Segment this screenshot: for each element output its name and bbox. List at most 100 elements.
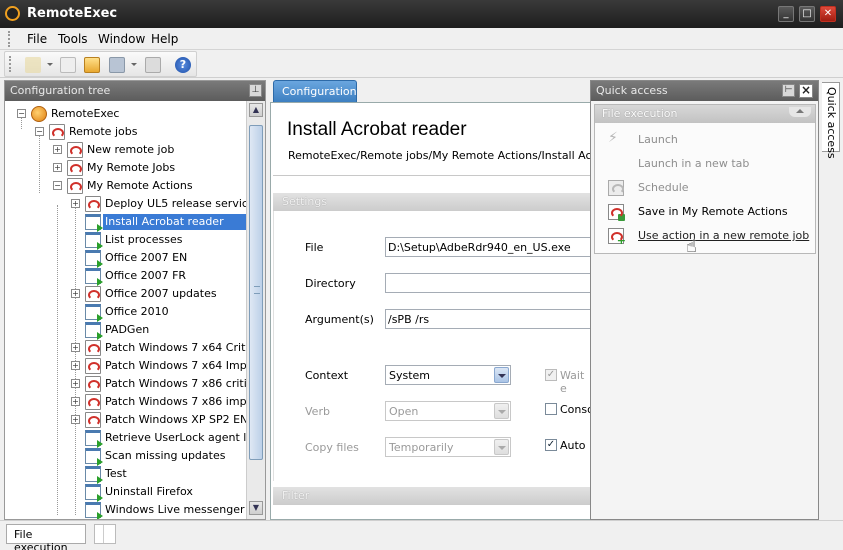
scroll-down-arrow-icon[interactable]: ▼ xyxy=(249,501,263,515)
collapse-toggle[interactable]: − xyxy=(17,109,26,118)
tree-item-office-2007-updates[interactable]: + Office 2007 updates xyxy=(5,285,246,303)
file-field[interactable]: D:\Setup\AdbeRdr940_en_US.exe xyxy=(385,237,594,257)
expand-toggle[interactable]: + xyxy=(71,397,80,406)
tree-item-patch-w7-x64-critical[interactable]: + Patch Windows 7 x64 Critic... xyxy=(5,339,246,357)
chevron-down-icon[interactable] xyxy=(494,403,509,419)
arguments-field[interactable]: /sPB /rs xyxy=(385,309,594,329)
context-select[interactable]: System xyxy=(385,365,511,385)
tree-item-my-remote-actions[interactable]: − My Remote Actions xyxy=(5,177,246,195)
auto-checkbox[interactable]: ✓ xyxy=(545,439,557,451)
expand-toggle[interactable]: + xyxy=(71,199,80,208)
maximize-button[interactable]: □ xyxy=(799,6,815,22)
expand-toggle[interactable]: + xyxy=(53,163,62,172)
menu-tools[interactable]: Tools xyxy=(58,32,88,46)
tree-item-padgen[interactable]: PADGen xyxy=(5,321,246,340)
tree-scrollbar[interactable]: ▲ ▼ xyxy=(246,101,265,519)
settings-section-header[interactable]: Settings xyxy=(273,193,593,211)
toolbar-grip[interactable] xyxy=(9,56,12,72)
collapse-chevron-icon[interactable] xyxy=(789,107,811,117)
file-execution-header[interactable]: File execution xyxy=(595,105,815,123)
tree-item-patch-w7-x86-critical[interactable]: + Patch Windows 7 x86 critic... xyxy=(5,375,246,393)
tree-item-office-2007-en[interactable]: Office 2007 EN xyxy=(5,249,246,268)
save-dropdown-arrow-icon[interactable] xyxy=(131,63,137,66)
expand-toggle[interactable]: + xyxy=(53,145,62,154)
pin-icon[interactable]: ⊢ xyxy=(782,84,795,97)
tab-file-execution[interactable]: File execution xyxy=(6,524,86,550)
tree-item-test[interactable]: Test xyxy=(5,465,246,484)
tree-item-remoteexec[interactable]: − RemoteExec xyxy=(5,105,246,123)
tree-item-office-2010[interactable]: Office 2010 xyxy=(5,303,246,322)
minimize-button[interactable]: _ xyxy=(778,6,794,22)
tree-item-uninstall-firefox[interactable]: Uninstall Firefox xyxy=(5,483,246,502)
save-in-my-remote-actions[interactable]: Save in My Remote Actions xyxy=(595,201,815,223)
collapse-toggle[interactable]: − xyxy=(35,127,44,136)
tree-item-remote-jobs[interactable]: − Remote jobs xyxy=(5,123,246,141)
remote-job-folder-icon xyxy=(67,160,83,176)
tree-item-retrieve-userlock[interactable]: Retrieve UserLock agent logs xyxy=(5,429,246,448)
chevron-down-icon[interactable] xyxy=(494,367,509,383)
close-icon[interactable]: × xyxy=(799,84,813,98)
tree-item-label: Test xyxy=(105,467,127,480)
tree-item-scan-missing-updates[interactable]: Scan missing updates xyxy=(5,447,246,466)
menu-help[interactable]: Help xyxy=(151,32,178,46)
directory-field[interactable] xyxy=(385,273,594,293)
action-icon xyxy=(85,268,103,286)
new-icon[interactable] xyxy=(25,57,41,73)
tree-item-list-processes[interactable]: List processes xyxy=(5,231,246,250)
print-icon[interactable] xyxy=(145,57,161,73)
use-action-in-new-remote-job[interactable]: Use action in a new remote job xyxy=(595,225,815,247)
status-bar: File execution xyxy=(0,520,843,550)
expand-toggle[interactable]: + xyxy=(71,379,80,388)
tree-item-install-acrobat[interactable]: Install Acrobat reader xyxy=(5,213,246,232)
action-icon xyxy=(85,466,103,484)
expand-toggle[interactable]: + xyxy=(71,361,80,370)
tree-item-patch-w7-x64-important[interactable]: + Patch Windows 7 x64 Impo... xyxy=(5,357,246,375)
expand-toggle[interactable]: + xyxy=(71,289,80,298)
expand-toggle[interactable]: + xyxy=(71,415,80,424)
filter-section-header[interactable]: Filter xyxy=(273,487,593,505)
save-icon[interactable] xyxy=(109,57,125,73)
tree-item-my-remote-jobs[interactable]: + My Remote Jobs xyxy=(5,159,246,177)
action-icon xyxy=(85,322,103,340)
remote-job-folder-icon xyxy=(85,286,101,302)
remote-job-folder-icon xyxy=(67,142,83,158)
scroll-thumb[interactable] xyxy=(249,125,263,460)
menu-grip[interactable] xyxy=(8,31,11,47)
tab-configuration[interactable]: Configuration xyxy=(273,80,357,102)
wait-checkbox[interactable]: ✓ xyxy=(545,369,557,381)
tree-item-deploy-ul5[interactable]: + Deploy UL5 release service xyxy=(5,195,246,213)
tree-item-patch-w7-x86-important[interactable]: + Patch Windows 7 x86 impo... xyxy=(5,393,246,411)
tree-item-patch-xp-sp2[interactable]: + Patch Windows XP SP2 EN xyxy=(5,411,246,429)
scroll-up-arrow-icon[interactable]: ▲ xyxy=(249,103,263,117)
collapse-toggle[interactable]: − xyxy=(53,181,62,190)
launch-new-tab-action[interactable]: Launch in a new tab xyxy=(595,153,815,175)
menu-window[interactable]: Window xyxy=(98,32,145,46)
use-action-label: Use action in a new remote job xyxy=(638,229,810,242)
remoteexec-root-icon xyxy=(31,106,47,122)
console-checkbox-label: Conso xyxy=(560,403,594,416)
tree-item-label: Office 2007 FR xyxy=(105,269,187,282)
verb-select[interactable]: Open xyxy=(385,401,511,421)
page-title: Install Acrobat reader xyxy=(287,119,467,140)
close-button[interactable]: ✕ xyxy=(820,6,836,22)
help-icon[interactable]: ? xyxy=(175,57,191,73)
expand-toggle[interactable]: + xyxy=(71,343,80,352)
menu-file[interactable]: File xyxy=(27,32,47,46)
pin-icon[interactable]: ⊥ xyxy=(249,84,262,97)
breadcrumb: RemoteExec/Remote jobs/My Remote Actions… xyxy=(288,149,629,162)
new-remote-job-icon xyxy=(608,228,626,247)
open-folder-icon[interactable] xyxy=(84,57,100,73)
copy-files-select[interactable]: Temporarily xyxy=(385,437,511,457)
tab-quick-access[interactable]: Quick access xyxy=(822,82,840,159)
copy-icon[interactable] xyxy=(60,57,76,73)
remote-job-folder-icon xyxy=(85,412,101,428)
tree-item-new-remote-job[interactable]: + New remote job xyxy=(5,141,246,159)
chevron-down-icon[interactable] xyxy=(494,439,509,455)
tree-item-windows-live-messenger[interactable]: Windows Live messenger xyxy=(5,501,246,519)
schedule-action[interactable]: Schedule xyxy=(595,177,815,199)
console-checkbox[interactable] xyxy=(545,403,557,415)
launch-action[interactable]: Launch xyxy=(595,129,815,151)
new-dropdown-arrow-icon[interactable] xyxy=(47,63,53,66)
menu-bar: File Tools Window Help xyxy=(0,28,843,50)
tree-item-office-2007-fr[interactable]: Office 2007 FR xyxy=(5,267,246,286)
